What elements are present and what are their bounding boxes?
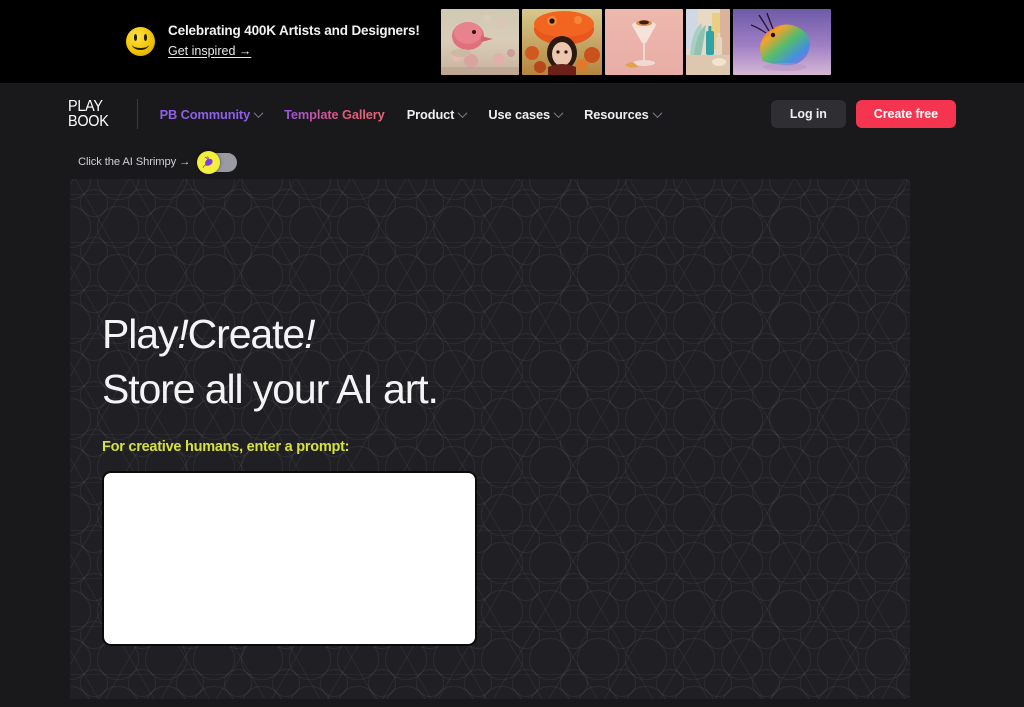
promo-banner: Celebrating 400K Artists and Designers! …	[0, 0, 1024, 83]
chevron-down-icon	[253, 107, 264, 118]
headline-exclaim-2: !	[304, 311, 315, 357]
nav-item-resources[interactable]: Resources	[584, 106, 663, 122]
playbook-logo[interactable]: PLAY BOOK	[68, 97, 109, 130]
hero-panel: Play!Create! Store all your AI art. For …	[70, 179, 910, 699]
prompt-input[interactable]	[104, 473, 475, 645]
shrimpy-toggle-row: Click the AI Shrimpy →	[0, 145, 1024, 179]
page-title: Play!Create! Store all your AI art.	[102, 309, 910, 414]
nav-actions: Log in Create free	[770, 100, 956, 128]
thumb-pink-creature-landscape[interactable]	[441, 9, 519, 75]
headline-word-create: Create	[187, 311, 306, 357]
headline-word-play: Play	[102, 311, 178, 357]
logo-line-1: PLAY	[68, 97, 103, 115]
get-inspired-link[interactable]: Get inspired →	[168, 43, 251, 60]
shrimpy-label: Click the AI Shrimpy →	[78, 156, 191, 168]
smiley-face-icon	[126, 27, 155, 56]
thumb-cocktail-glass[interactable]	[605, 9, 683, 75]
promo-message: Celebrating 400K Artists and Designers! …	[126, 22, 420, 62]
nav-item-product[interactable]: Product	[406, 106, 468, 122]
chevron-down-icon	[553, 107, 564, 118]
nav-item-label: Use cases	[488, 106, 551, 122]
promo-thumbnail-strip	[441, 9, 831, 75]
nav-item-label: Resources	[584, 106, 649, 122]
headline-line-2: Store all your AI art.	[102, 366, 439, 413]
nav-links: PB Community Template Gallery Product Us…	[159, 106, 663, 122]
nav-divider	[136, 99, 138, 129]
prompt-label: For creative humans, enter a prompt:	[102, 439, 350, 456]
shrimp-icon	[203, 155, 213, 168]
thumb-orange-frog-girl[interactable]	[522, 9, 602, 75]
nav-item-use-cases[interactable]: Use cases	[488, 106, 564, 122]
nav-item-pb-community[interactable]: PB Community	[159, 106, 264, 122]
chevron-down-icon	[652, 107, 663, 118]
nav-item-label: Template Gallery	[284, 106, 385, 122]
create-free-button[interactable]: Create free	[855, 100, 956, 128]
chevron-down-icon	[457, 107, 468, 118]
promo-title: Celebrating 400K Artists and Designers!	[168, 22, 420, 38]
nav-item-label: PB Community	[159, 106, 251, 122]
nav-item-label: Product	[406, 106, 455, 122]
shrimpy-toggle-knob	[197, 150, 221, 174]
ai-shrimpy-toggle[interactable]	[197, 150, 238, 174]
nav-item-template-gallery[interactable]: Template Gallery	[284, 107, 385, 122]
thumb-still-life-bottles[interactable]	[686, 9, 730, 75]
headline-exclaim-1: !	[177, 311, 188, 357]
thumb-rainbow-shrimp[interactable]	[733, 9, 831, 75]
login-button[interactable]: Log in	[770, 100, 846, 128]
prompt-input-box[interactable]	[102, 471, 477, 647]
main-navbar: PLAY BOOK PB Community Template Gallery …	[0, 83, 1024, 145]
logo-line-2: BOOK	[68, 113, 109, 130]
